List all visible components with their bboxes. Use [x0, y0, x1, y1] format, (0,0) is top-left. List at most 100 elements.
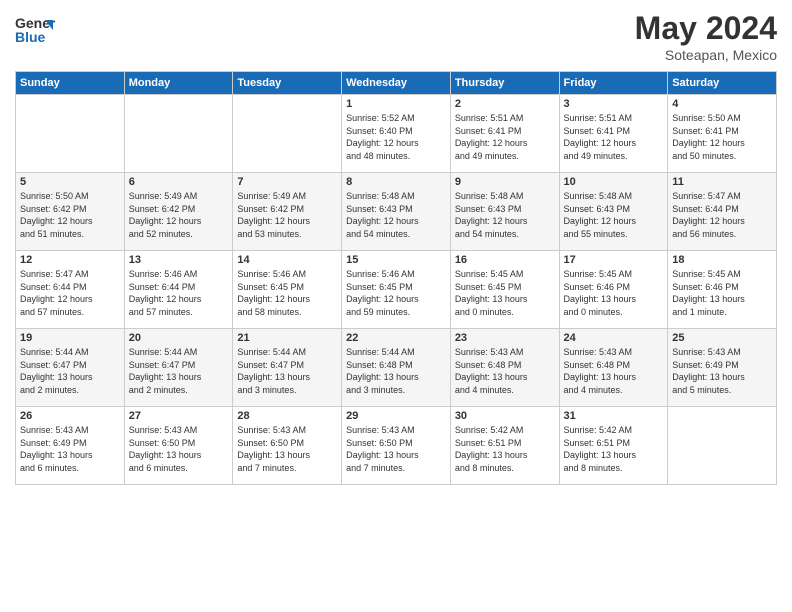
day-info: Sunrise: 5:44 AM Sunset: 6:47 PM Dayligh…	[129, 346, 229, 396]
calendar-day-cell: 29 Sunrise: 5:43 AM Sunset: 6:50 PM Dayli…	[342, 407, 451, 485]
day-number: 16	[455, 254, 555, 266]
day-info: Sunrise: 5:44 AM Sunset: 6:47 PM Dayligh…	[20, 346, 120, 396]
day-number: 17	[564, 254, 664, 266]
day-number: 10	[564, 176, 664, 188]
calendar-day-cell: 14Sunrise: 5:46 AM Sunset: 6:45 PM Dayli…	[233, 251, 342, 329]
calendar-day-cell: 20 Sunrise: 5:44 AM Sunset: 6:47 PM Dayli…	[124, 329, 233, 407]
weekday-header: Saturday	[668, 72, 777, 95]
calendar-day-cell: 17 Sunrise: 5:45 AM Sunset: 6:46 PM Dayli…	[559, 251, 668, 329]
calendar-day-cell: 8 Sunrise: 5:48 AM Sunset: 6:43 PM Daylig…	[342, 173, 451, 251]
calendar-week-row: 19 Sunrise: 5:44 AM Sunset: 6:47 PM Dayli…	[16, 329, 777, 407]
calendar-day-cell: 3 Sunrise: 5:51 AM Sunset: 6:41 PM Daylig…	[559, 95, 668, 173]
calendar-day-cell: 9 Sunrise: 5:48 AM Sunset: 6:43 PM Daylig…	[450, 173, 559, 251]
day-info: Sunrise: 5:42 AM Sunset: 6:51 PM Dayligh…	[564, 424, 664, 474]
day-info: Sunrise: 5:43 AM Sunset: 6:50 PM Dayligh…	[346, 424, 446, 474]
calendar-day-cell: 13 Sunrise: 5:46 AM Sunset: 6:44 PM Dayli…	[124, 251, 233, 329]
day-info: Sunrise: 5:49 AM Sunset: 6:42 PM Dayligh…	[237, 190, 337, 240]
day-number: 30	[455, 410, 555, 422]
day-number: 31	[564, 410, 664, 422]
day-number: 25	[672, 332, 772, 344]
calendar-day-cell: 19 Sunrise: 5:44 AM Sunset: 6:47 PM Dayli…	[16, 329, 125, 407]
day-info: Sunrise: 5:44 AM Sunset: 6:47 PM Dayligh…	[237, 346, 337, 396]
title-block: May 2024 Soteapan, Mexico	[635, 10, 777, 63]
day-number: 19	[20, 332, 120, 344]
day-number: 7	[237, 176, 337, 188]
day-info: Sunrise: 5:50 AM Sunset: 6:42 PM Dayligh…	[20, 190, 120, 240]
day-number: 5	[20, 176, 120, 188]
day-number: 6	[129, 176, 229, 188]
calendar-day-cell: 30 Sunrise: 5:42 AM Sunset: 6:51 PM Dayli…	[450, 407, 559, 485]
calendar-day-cell: 22Sunrise: 5:44 AM Sunset: 6:48 PM Dayli…	[342, 329, 451, 407]
weekday-header: Wednesday	[342, 72, 451, 95]
calendar-day-cell: 25 Sunrise: 5:43 AM Sunset: 6:49 PM Dayli…	[668, 329, 777, 407]
location: Soteapan, Mexico	[635, 47, 777, 63]
calendar-week-row: 5 Sunrise: 5:50 AM Sunset: 6:42 PM Daylig…	[16, 173, 777, 251]
day-number: 26	[20, 410, 120, 422]
day-number: 2	[455, 98, 555, 110]
day-info: Sunrise: 5:48 AM Sunset: 6:43 PM Dayligh…	[346, 190, 446, 240]
day-info: Sunrise: 5:49 AM Sunset: 6:42 PM Dayligh…	[129, 190, 229, 240]
day-number: 20	[129, 332, 229, 344]
day-info: Sunrise: 5:43 AM Sunset: 6:49 PM Dayligh…	[20, 424, 120, 474]
day-number: 11	[672, 176, 772, 188]
day-number: 15	[346, 254, 446, 266]
day-number: 4	[672, 98, 772, 110]
month-title: May 2024	[635, 10, 777, 47]
day-number: 1	[346, 98, 446, 110]
day-number: 18	[672, 254, 772, 266]
calendar-day-cell: 18 Sunrise: 5:45 AM Sunset: 6:46 PM Dayli…	[668, 251, 777, 329]
calendar-week-row: 26 Sunrise: 5:43 AM Sunset: 6:49 PM Dayli…	[16, 407, 777, 485]
calendar-day-cell	[233, 95, 342, 173]
calendar-body: 1Sunrise: 5:52 AM Sunset: 6:40 PM Daylig…	[16, 95, 777, 485]
day-info: Sunrise: 5:47 AM Sunset: 6:44 PM Dayligh…	[672, 190, 772, 240]
calendar-day-cell: 12Sunrise: 5:47 AM Sunset: 6:44 PM Dayli…	[16, 251, 125, 329]
weekday-header: Friday	[559, 72, 668, 95]
day-number: 8	[346, 176, 446, 188]
day-number: 23	[455, 332, 555, 344]
calendar-week-row: 12Sunrise: 5:47 AM Sunset: 6:44 PM Dayli…	[16, 251, 777, 329]
calendar-day-cell: 2 Sunrise: 5:51 AM Sunset: 6:41 PM Daylig…	[450, 95, 559, 173]
calendar-day-cell	[668, 407, 777, 485]
day-info: Sunrise: 5:48 AM Sunset: 6:43 PM Dayligh…	[564, 190, 664, 240]
day-number: 27	[129, 410, 229, 422]
weekday-header: Tuesday	[233, 72, 342, 95]
calendar-day-cell: 31 Sunrise: 5:42 AM Sunset: 6:51 PM Dayli…	[559, 407, 668, 485]
day-info: Sunrise: 5:43 AM Sunset: 6:48 PM Dayligh…	[564, 346, 664, 396]
day-info: Sunrise: 5:45 AM Sunset: 6:46 PM Dayligh…	[672, 268, 772, 318]
day-number: 24	[564, 332, 664, 344]
logo: General Blue	[15, 10, 55, 55]
day-info: Sunrise: 5:42 AM Sunset: 6:51 PM Dayligh…	[455, 424, 555, 474]
day-info: Sunrise: 5:45 AM Sunset: 6:46 PM Dayligh…	[564, 268, 664, 318]
day-number: 12	[20, 254, 120, 266]
calendar-week-row: 1Sunrise: 5:52 AM Sunset: 6:40 PM Daylig…	[16, 95, 777, 173]
day-info: Sunrise: 5:46 AM Sunset: 6:45 PM Dayligh…	[346, 268, 446, 318]
calendar-day-cell: 21Sunrise: 5:44 AM Sunset: 6:47 PM Dayli…	[233, 329, 342, 407]
page-header: General Blue May 2024 Soteapan, Mexico	[15, 10, 777, 63]
weekday-header: Sunday	[16, 72, 125, 95]
day-info: Sunrise: 5:46 AM Sunset: 6:44 PM Dayligh…	[129, 268, 229, 318]
calendar-day-cell: 24 Sunrise: 5:43 AM Sunset: 6:48 PM Dayli…	[559, 329, 668, 407]
day-info: Sunrise: 5:51 AM Sunset: 6:41 PM Dayligh…	[564, 112, 664, 162]
day-number: 3	[564, 98, 664, 110]
day-info: Sunrise: 5:44 AM Sunset: 6:48 PM Dayligh…	[346, 346, 446, 396]
day-info: Sunrise: 5:43 AM Sunset: 6:49 PM Dayligh…	[672, 346, 772, 396]
day-info: Sunrise: 5:51 AM Sunset: 6:41 PM Dayligh…	[455, 112, 555, 162]
calendar-day-cell: 1Sunrise: 5:52 AM Sunset: 6:40 PM Daylig…	[342, 95, 451, 173]
calendar-day-cell: 10 Sunrise: 5:48 AM Sunset: 6:43 PM Dayli…	[559, 173, 668, 251]
calendar-day-cell: 7 Sunrise: 5:49 AM Sunset: 6:42 PM Daylig…	[233, 173, 342, 251]
day-number: 29	[346, 410, 446, 422]
day-info: Sunrise: 5:46 AM Sunset: 6:45 PM Dayligh…	[237, 268, 337, 318]
weekday-header: Thursday	[450, 72, 559, 95]
day-info: Sunrise: 5:50 AM Sunset: 6:41 PM Dayligh…	[672, 112, 772, 162]
day-info: Sunrise: 5:43 AM Sunset: 6:50 PM Dayligh…	[237, 424, 337, 474]
day-number: 13	[129, 254, 229, 266]
calendar-day-cell: 11 Sunrise: 5:47 AM Sunset: 6:44 PM Dayli…	[668, 173, 777, 251]
day-info: Sunrise: 5:45 AM Sunset: 6:45 PM Dayligh…	[455, 268, 555, 318]
day-number: 9	[455, 176, 555, 188]
day-info: Sunrise: 5:48 AM Sunset: 6:43 PM Dayligh…	[455, 190, 555, 240]
calendar-header: SundayMondayTuesdayWednesdayThursdayFrid…	[16, 72, 777, 95]
calendar-day-cell: 16 Sunrise: 5:45 AM Sunset: 6:45 PM Dayli…	[450, 251, 559, 329]
calendar-day-cell	[124, 95, 233, 173]
calendar-day-cell: 4 Sunrise: 5:50 AM Sunset: 6:41 PM Daylig…	[668, 95, 777, 173]
calendar-day-cell: 27Sunrise: 5:43 AM Sunset: 6:50 PM Dayli…	[124, 407, 233, 485]
